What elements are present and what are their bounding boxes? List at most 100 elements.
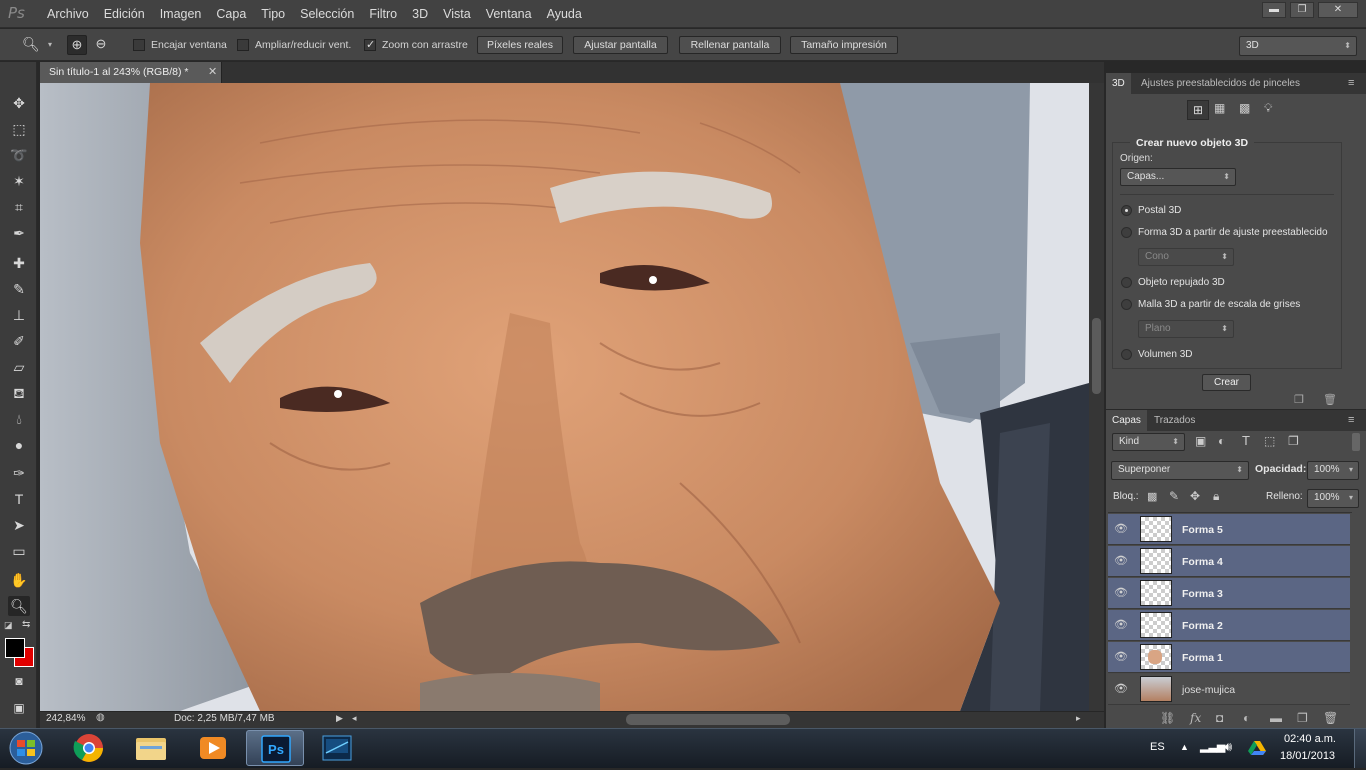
- taskbar-chrome[interactable]: [60, 730, 118, 766]
- eye-icon[interactable]: 👁︎: [1114, 554, 1128, 568]
- eraser-tool-icon[interactable]: ▱: [8, 357, 30, 377]
- delete-layer-icon[interactable]: 🗑︎: [1323, 711, 1338, 725]
- info-icon[interactable]: ◍: [96, 712, 105, 723]
- workspace-select[interactable]: 3D ⬍: [1239, 36, 1357, 56]
- foreground-color-swatch[interactable]: [5, 638, 25, 658]
- menu-filtro[interactable]: Filtro: [369, 7, 397, 21]
- filter-toggle[interactable]: [1352, 433, 1360, 451]
- origin-select[interactable]: Capas... ⬍: [1120, 168, 1236, 186]
- postal-3d-radio[interactable]: [1121, 205, 1132, 216]
- eye-icon[interactable]: 👁︎: [1114, 650, 1128, 664]
- zoom-in-icon[interactable]: ⊕: [67, 35, 87, 55]
- volume-icon[interactable]: 🔊︎: [1224, 739, 1232, 755]
- fill-input[interactable]: 100% ▾: [1307, 489, 1359, 508]
- tab-trazados[interactable]: Trazados: [1148, 410, 1201, 431]
- encajar-ventana-checkbox[interactable]: [133, 39, 145, 51]
- forma-3d-radio[interactable]: [1121, 227, 1132, 238]
- shape-tool-icon[interactable]: ▭: [8, 541, 30, 561]
- network-icon[interactable]: ▂▃▅: [1200, 740, 1225, 753]
- tab-brush-presets[interactable]: Ajustes preestablecidos de pinceles: [1135, 73, 1306, 94]
- move-tool-icon[interactable]: ✥: [8, 93, 30, 113]
- light-filter-icon[interactable]: 💡︎: [1264, 101, 1272, 116]
- lock-position-icon[interactable]: ✥: [1190, 489, 1200, 503]
- scroll-left-icon[interactable]: ◂: [352, 713, 357, 724]
- show-desktop-button[interactable]: [1354, 729, 1366, 768]
- menu-imagen[interactable]: Imagen: [160, 7, 202, 21]
- lasso-tool-icon[interactable]: ➰: [8, 145, 30, 165]
- minimize-icon[interactable]: ▬: [1262, 2, 1286, 18]
- taskbar-explorer[interactable]: [122, 730, 180, 766]
- pixeles-reales-button[interactable]: Píxeles reales: [477, 36, 563, 54]
- volumen-3d-radio[interactable]: [1121, 349, 1132, 360]
- eye-icon[interactable]: 👁︎: [1114, 682, 1128, 696]
- healing-brush-icon[interactable]: ✚: [8, 253, 30, 273]
- rellenar-pantalla-button[interactable]: Rellenar pantalla: [679, 36, 781, 54]
- vertical-scrollbar[interactable]: [1089, 83, 1104, 711]
- crear-button[interactable]: Crear: [1202, 374, 1251, 391]
- menu-ventana[interactable]: Ventana: [486, 7, 532, 21]
- zoom-arrastre-checkbox[interactable]: [364, 39, 376, 51]
- document-canvas[interactable]: [40, 83, 1089, 711]
- status-menu-icon[interactable]: ▶: [336, 713, 343, 724]
- ajustar-pantalla-button[interactable]: Ajustar pantalla: [573, 36, 668, 54]
- opacity-input[interactable]: 100% ▾: [1307, 461, 1359, 480]
- menu-seleccion[interactable]: Selección: [300, 7, 354, 21]
- lock-transparency-icon[interactable]: ▩: [1147, 490, 1157, 503]
- taskbar-media-player[interactable]: [184, 730, 242, 766]
- new-layer-icon[interactable]: ❐: [1297, 711, 1308, 725]
- swap-colors-icon[interactable]: ⇆: [22, 619, 30, 630]
- blend-mode-select[interactable]: Superponer ⬍: [1111, 461, 1249, 480]
- fx-icon[interactable]: fx: [1190, 711, 1201, 725]
- paint-bucket-icon[interactable]: ⛾: [8, 383, 30, 403]
- menu-ayuda[interactable]: Ayuda: [547, 7, 582, 21]
- dodge-tool-icon[interactable]: ●: [8, 435, 30, 455]
- filter-adjustment-icon[interactable]: ◐: [1218, 434, 1225, 448]
- menu-vista[interactable]: Vista: [443, 7, 471, 21]
- type-tool-icon[interactable]: T: [8, 489, 30, 509]
- menu-edicion[interactable]: Edición: [104, 7, 145, 21]
- eye-icon[interactable]: 👁︎: [1114, 618, 1128, 632]
- repujado-3d-radio[interactable]: [1121, 277, 1132, 288]
- start-button[interactable]: [4, 730, 48, 766]
- adjustment-layer-icon[interactable]: ◐: [1243, 711, 1250, 725]
- new-item-icon[interactable]: ❐: [1294, 393, 1304, 406]
- language-indicator[interactable]: ES: [1150, 741, 1165, 753]
- tab-3d[interactable]: 3D: [1106, 73, 1131, 94]
- chevron-down-icon[interactable]: ▾: [48, 40, 52, 49]
- quick-mask-icon[interactable]: ◙: [8, 671, 30, 691]
- close-icon[interactable]: ✕: [1318, 2, 1358, 18]
- clock-time[interactable]: 02:40 a.m.: [1284, 733, 1336, 745]
- filter-pixel-icon[interactable]: ▣: [1195, 434, 1206, 448]
- path-selection-icon[interactable]: ➤: [8, 515, 30, 535]
- mesh-filter-icon[interactable]: ▦: [1214, 101, 1225, 115]
- scene-filter-icon[interactable]: ⊞: [1187, 100, 1209, 120]
- add-mask-icon[interactable]: ◘: [1216, 711, 1223, 725]
- menu-tipo[interactable]: Tipo: [261, 7, 285, 21]
- eye-icon[interactable]: 👁︎: [1114, 586, 1128, 600]
- hand-tool-icon[interactable]: ✋: [8, 570, 30, 590]
- lock-pixels-icon[interactable]: ✎: [1169, 489, 1179, 503]
- panel-menu-icon[interactable]: ≡: [1342, 410, 1360, 431]
- vertical-scroll-thumb[interactable]: [1092, 318, 1101, 394]
- tamano-impresion-button[interactable]: Tamaño impresión: [790, 36, 898, 54]
- filter-smart-object-icon[interactable]: ❐: [1288, 434, 1299, 448]
- zoom-out-icon[interactable]: ⊖: [91, 35, 111, 55]
- filter-shape-icon[interactable]: ⬚: [1264, 434, 1275, 448]
- tab-capas[interactable]: Capas: [1106, 410, 1147, 431]
- malla-preset-select[interactable]: Plano ⬍: [1138, 320, 1234, 338]
- eye-icon[interactable]: 👁︎: [1114, 522, 1128, 536]
- zoom-tool-icon[interactable]: 🔍︎: [8, 596, 30, 616]
- lock-all-icon[interactable]: 🔒︎: [1213, 489, 1219, 504]
- material-filter-icon[interactable]: ▩: [1239, 101, 1250, 115]
- clone-stamp-icon[interactable]: ⊥: [8, 305, 30, 325]
- default-colors-icon[interactable]: ◪: [4, 620, 13, 631]
- eyedropper-icon[interactable]: ✒: [8, 223, 30, 243]
- blur-tool-icon[interactable]: 💧︎: [8, 409, 30, 429]
- zoom-tool-preset-icon[interactable]: 🔍︎: [22, 36, 40, 53]
- ampliar-reducir-checkbox[interactable]: [237, 39, 249, 51]
- menu-capa[interactable]: Capa: [216, 7, 246, 21]
- taskbar-photoshop[interactable]: Ps: [246, 730, 304, 766]
- forma-preset-select[interactable]: Cono ⬍: [1138, 248, 1234, 266]
- restore-icon[interactable]: ❐: [1290, 2, 1314, 18]
- malla-3d-radio[interactable]: [1121, 299, 1132, 310]
